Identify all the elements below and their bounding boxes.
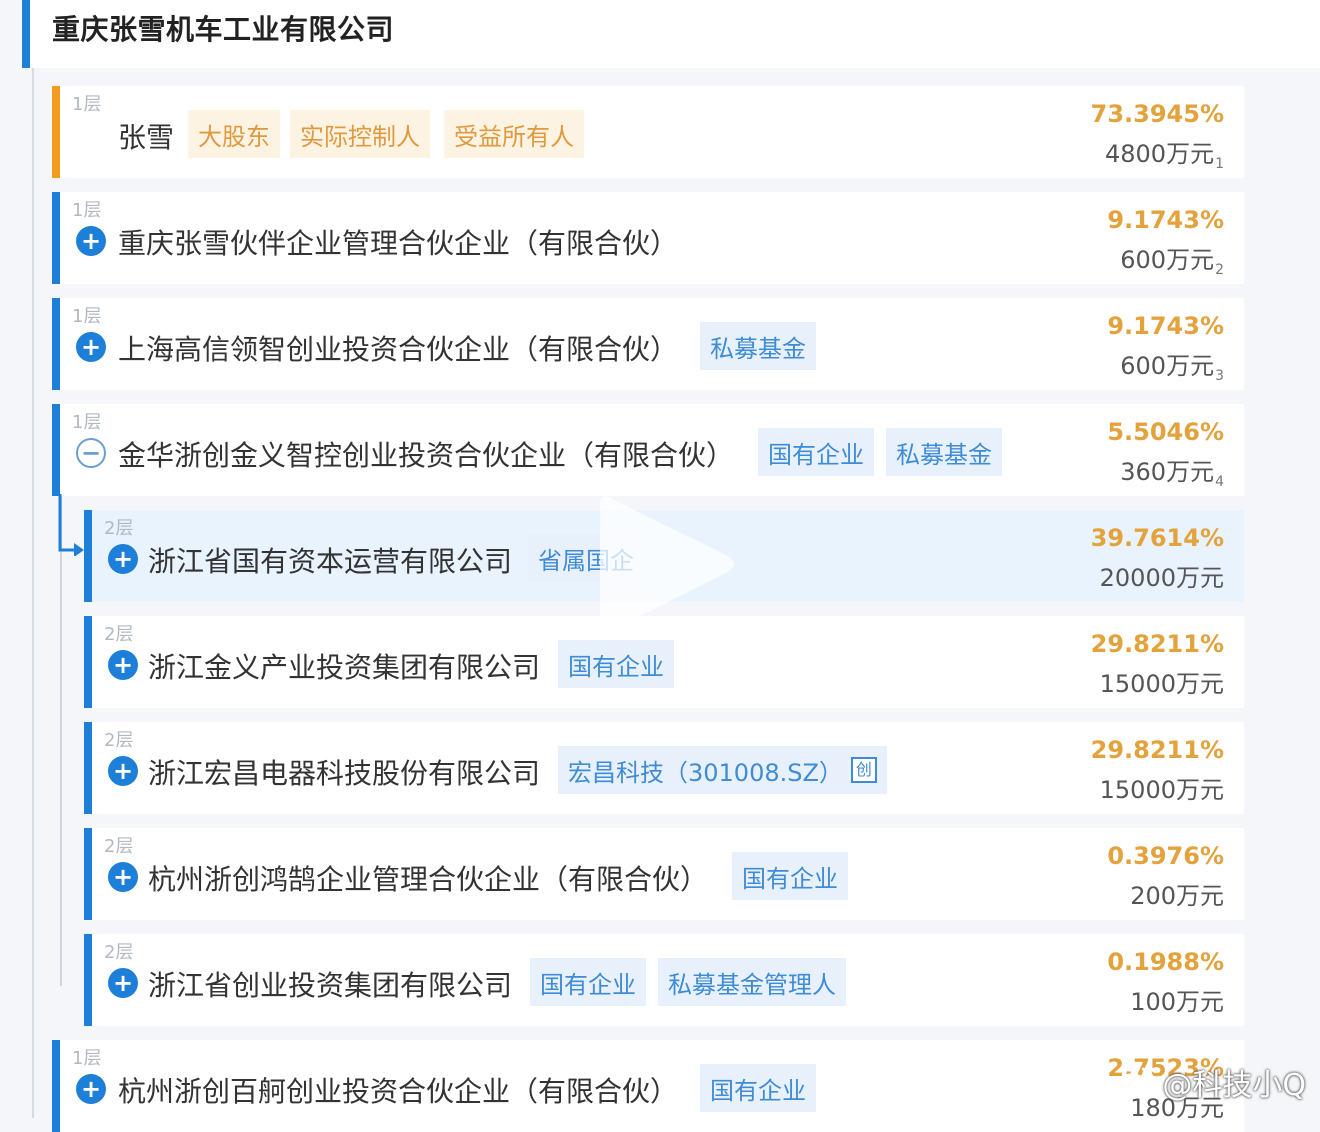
tree-connector-sub bbox=[60, 494, 62, 986]
tag-state-owned: 国有企业 bbox=[530, 958, 646, 1006]
share-amount: 4800万元1 bbox=[1105, 140, 1224, 172]
layer-label: 2层 bbox=[104, 518, 134, 539]
plus-circle-icon[interactable]: + bbox=[108, 544, 138, 574]
sub-shareholder-row[interactable]: 2层 + 浙江宏昌电器科技股份有限公司 宏昌科技（301008.SZ）创 29.… bbox=[84, 722, 1244, 814]
shareholder-name[interactable]: 金华浙创金义智控创业投资合伙企业（有限合伙） bbox=[118, 434, 734, 474]
layer-label: 2层 bbox=[104, 730, 134, 751]
tag-private-fund: 私募基金 bbox=[700, 322, 816, 370]
company-header: 重庆张雪机车工业有限公司 bbox=[22, 0, 1320, 68]
watermark-text: @科技小Q bbox=[1162, 1068, 1306, 1103]
tag-private-fund-manager: 私募基金管理人 bbox=[658, 958, 846, 1006]
shareholder-name[interactable]: 杭州浙创百舸创业投资合伙企业（有限合伙） bbox=[118, 1070, 678, 1110]
company-title: 重庆张雪机车工业有限公司 bbox=[52, 13, 395, 46]
layer-label: 1层 bbox=[72, 306, 102, 327]
share-percent: 0.1988% bbox=[1107, 948, 1224, 976]
plus-circle-icon[interactable]: + bbox=[108, 968, 138, 998]
play-icon[interactable] bbox=[592, 484, 742, 644]
tree-connector-main bbox=[32, 68, 34, 1118]
weibo-icon bbox=[1115, 1067, 1154, 1099]
tag-private-fund: 私募基金 bbox=[886, 428, 1002, 476]
layer-label: 1层 bbox=[72, 200, 102, 221]
plus-circle-icon[interactable]: + bbox=[108, 756, 138, 786]
shareholder-name[interactable]: 浙江省国有资本运营有限公司 bbox=[148, 540, 512, 580]
shareholder-name[interactable]: 浙江宏昌电器科技股份有限公司 bbox=[148, 752, 540, 792]
shareholder-row-expanded[interactable]: 1层 − 金华浙创金义智控创业投资合伙企业（有限合伙） 国有企业 私募基金 5.… bbox=[52, 404, 1244, 496]
sub-shareholder-row[interactable]: 2层 + 浙江省创业投资集团有限公司 国有企业 私募基金管理人 0.1988% … bbox=[84, 934, 1244, 1026]
layer-label: 2层 bbox=[104, 836, 134, 857]
shareholder-row[interactable]: 1层 + 上海高信领智创业投资合伙企业（有限合伙） 私募基金 9.1743% 6… bbox=[52, 298, 1244, 390]
share-amount: 100万元 bbox=[1130, 988, 1224, 1016]
tag-beneficial-owner: 受益所有人 bbox=[444, 110, 584, 158]
shareholder-name[interactable]: 浙江省创业投资集团有限公司 bbox=[148, 964, 512, 1004]
tag-major-shareholder: 大股东 bbox=[188, 110, 280, 158]
layer-label: 2层 bbox=[104, 624, 134, 645]
share-amount: 360万元4 bbox=[1120, 458, 1224, 490]
share-percent: 0.3976% bbox=[1107, 842, 1224, 870]
share-percent: 29.8211% bbox=[1090, 736, 1224, 764]
share-percent: 29.8211% bbox=[1090, 630, 1224, 658]
shareholder-row[interactable]: 1层 + 杭州浙创百舸创业投资合伙企业（有限合伙） 国有企业 2.7523% 1… bbox=[52, 1040, 1244, 1132]
shareholder-name[interactable]: 张雪 bbox=[118, 116, 174, 156]
share-percent: 9.1743% bbox=[1107, 206, 1224, 234]
share-amount: 600万元3 bbox=[1120, 352, 1224, 384]
layer-label: 1层 bbox=[72, 94, 102, 115]
plus-circle-icon[interactable]: + bbox=[76, 332, 106, 362]
shareholder-name[interactable]: 浙江金义产业投资集团有限公司 bbox=[148, 646, 540, 686]
share-percent: 73.3945% bbox=[1090, 100, 1224, 128]
share-amount: 200万元 bbox=[1130, 882, 1224, 910]
plus-circle-icon[interactable]: + bbox=[108, 650, 138, 680]
share-amount: 600万元2 bbox=[1120, 246, 1224, 278]
share-percent: 5.5046% bbox=[1107, 418, 1224, 446]
plus-circle-icon[interactable]: + bbox=[76, 1074, 106, 1104]
share-percent: 9.1743% bbox=[1107, 312, 1224, 340]
shareholder-row[interactable]: 1层 张雪 大股东 实际控制人 受益所有人 73.3945% 4800万元1 bbox=[52, 86, 1244, 178]
shareholder-row[interactable]: 1层 + 重庆张雪伙伴企业管理合伙企业（有限合伙） 9.1743% 600万元2 bbox=[52, 192, 1244, 284]
tag-state-owned: 国有企业 bbox=[558, 640, 674, 688]
shareholder-name[interactable]: 杭州浙创鸿鹄企业管理合伙企业（有限合伙） bbox=[148, 858, 708, 898]
minus-circle-icon[interactable]: − bbox=[76, 438, 106, 468]
layer-label: 2层 bbox=[104, 942, 134, 963]
tag-stock-ticker[interactable]: 宏昌科技（301008.SZ）创 bbox=[558, 746, 887, 794]
tag-state-owned: 国有企业 bbox=[732, 852, 848, 900]
share-percent: 39.7614% bbox=[1090, 524, 1224, 552]
shareholder-name[interactable]: 重庆张雪伙伴企业管理合伙企业（有限合伙） bbox=[118, 222, 678, 262]
shareholder-name[interactable]: 上海高信领智创业投资合伙企业（有限合伙） bbox=[118, 328, 678, 368]
watermark: @科技小Q bbox=[1114, 1060, 1306, 1104]
share-amount: 20000万元 bbox=[1099, 564, 1224, 592]
layer-label: 1层 bbox=[72, 1048, 102, 1069]
tag-state-owned: 国有企业 bbox=[700, 1064, 816, 1112]
layer-label: 1层 bbox=[72, 412, 102, 433]
tag-actual-controller: 实际控制人 bbox=[290, 110, 430, 158]
stock-board-icon: 创 bbox=[850, 757, 877, 783]
tag-state-owned: 国有企业 bbox=[758, 428, 874, 476]
plus-circle-icon[interactable]: + bbox=[108, 862, 138, 892]
equity-structure-page: 重庆张雪机车工业有限公司 1层 张雪 大股东 实际控制人 受益所有人 73.39… bbox=[0, 0, 1320, 1132]
plus-circle-icon[interactable]: + bbox=[76, 226, 106, 256]
tree-arrow-icon bbox=[58, 494, 84, 556]
sub-shareholder-row[interactable]: 2层 + 杭州浙创鸿鹄企业管理合伙企业（有限合伙） 国有企业 0.3976% 2… bbox=[84, 828, 1244, 920]
share-amount: 15000万元 bbox=[1099, 670, 1224, 698]
share-amount: 15000万元 bbox=[1099, 776, 1224, 804]
